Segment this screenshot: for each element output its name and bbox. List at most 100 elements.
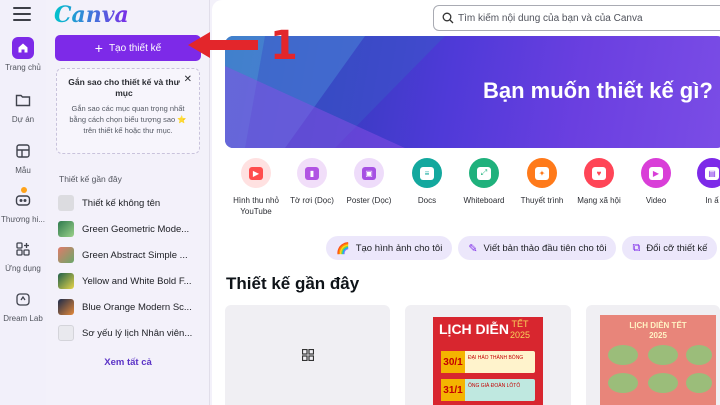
category-poster[interactable]: ▣ Poster (Dọc) — [338, 158, 400, 206]
chip-label: Tạo hình ảnh cho tôi — [355, 242, 443, 254]
chip-write-draft[interactable]: ✎ Viết bản thảo đầu tiên cho tôi — [458, 236, 617, 260]
category-label: Thuyết trình — [520, 196, 564, 205]
row-date: 31/1 — [441, 379, 465, 401]
recent-item-label: Sơ yếu lý lịch Nhân viên... — [82, 327, 193, 339]
design-categories: ▶ Hình thu nhỏ YouTube ▮ Tờ rơi (Dọc) ▣ … — [225, 158, 720, 220]
recent-item-label: Thiết kế không tên — [82, 197, 161, 209]
design-title: LỊCH DIỄN TẾT — [629, 321, 687, 330]
plus-icon: + — [94, 40, 103, 56]
rail-item-templates[interactable]: Mẫu — [0, 140, 46, 175]
recent-item-label: Yellow and White Bold F... — [82, 275, 192, 287]
category-print[interactable]: ▤ In ấ — [681, 158, 720, 206]
resize-icon: ⧉ — [632, 241, 641, 254]
recent-item[interactable]: Sơ yếu lý lịch Nhân viên... — [58, 320, 208, 346]
design-row: 31/1 ÔNG GIÀ ĐOÀN LÔTÔ — [441, 379, 535, 401]
recent-item-label: Green Geometric Mode... — [82, 223, 190, 235]
chip-generate-image[interactable]: 🌈 Tạo hình ảnh cho tôi — [326, 236, 453, 260]
design-preview-tet-2025: LỊCH DIỄN TẾT 2025 — [600, 315, 716, 405]
tip-body: Gắn sao các mục quan trọng nhất bằng các… — [69, 104, 187, 135]
rail-item-apps[interactable]: Ứng dụng — [0, 238, 46, 273]
menu-icon[interactable] — [13, 7, 31, 21]
category-social-media[interactable]: ♥ Mạng xã hội — [568, 158, 630, 206]
apps-icon — [12, 238, 34, 260]
recent-heading: Thiết kế gần đây — [59, 174, 122, 184]
design-thumbnail — [58, 195, 74, 211]
category-presentation[interactable]: ✦ Thuyết trình — [511, 158, 573, 206]
recent-design-card[interactable] — [225, 305, 390, 405]
design-thumbnail — [58, 221, 74, 237]
ai-suggestion-chips: 🌈 Tạo hình ảnh cho tôi ✎ Viết bản thảo đ… — [326, 236, 718, 260]
row-date: 30/1 — [441, 351, 465, 373]
canva-logo[interactable]: Canva — [54, 2, 129, 28]
search-icon — [442, 12, 454, 24]
create-design-label: Tạo thiết kế — [108, 42, 162, 54]
recent-designs-list: Thiết kế không tên Green Geometric Mode.… — [58, 190, 208, 346]
category-youtube-thumbnail[interactable]: ▶ Hình thu nhỏ YouTube — [225, 158, 287, 217]
recent-item-label: Blue Orange Modern Sc... — [82, 301, 192, 313]
row-text: ÔNG GIÀ ĐOÀN LÔTÔ — [468, 383, 521, 389]
rail-item-brand[interactable]: Thương hi... — [0, 187, 46, 224]
category-label: Mạng xã hội — [577, 196, 621, 205]
recent-item[interactable]: Green Geometric Mode... — [58, 216, 208, 242]
rail-label: Trang chủ — [5, 63, 41, 72]
presentation-icon: ✦ — [527, 158, 557, 188]
calendar-cell — [648, 345, 678, 365]
calendar-cell — [648, 373, 678, 393]
template-icon — [12, 140, 34, 162]
calendar-cell — [686, 345, 712, 365]
recent-design-card[interactable]: LỊCH DIỄN TẾT 2025 — [586, 305, 720, 405]
create-design-button[interactable]: + Tạo thiết kế — [55, 35, 201, 61]
recent-item[interactable]: Thiết kế không tên — [58, 190, 208, 216]
calendar-cell — [608, 345, 638, 365]
design-subtitle: TẾT 2025 — [509, 319, 531, 340]
category-whiteboard[interactable]: ⤢ Whiteboard — [453, 158, 515, 206]
left-rail: Trang chủ Dự án Mẫu Thương hi... Ứng dụn… — [0, 0, 46, 405]
dreamlab-icon — [12, 288, 34, 310]
heart-icon: ♥ — [584, 158, 614, 188]
search-input[interactable] — [458, 12, 698, 24]
youtube-icon: ▶ — [241, 158, 271, 188]
annotation-arrow-icon — [188, 32, 258, 58]
rail-label: Thương hi... — [1, 215, 45, 224]
category-docs[interactable]: ≡ Docs — [396, 158, 458, 206]
rail-item-projects[interactable]: Dự án — [0, 89, 46, 124]
recent-item[interactable]: Blue Orange Modern Sc... — [58, 294, 208, 320]
recent-item[interactable]: Green Abstract Simple ... — [58, 242, 208, 268]
design-thumbnail — [58, 299, 74, 315]
rail-label: Ứng dụng — [5, 264, 41, 273]
design-thumbnail — [58, 325, 74, 341]
design-thumbnail — [58, 273, 74, 289]
grid-icon — [301, 349, 314, 361]
design-subtitle: 2025 — [649, 331, 667, 340]
see-all-link[interactable]: Xem tất cả — [46, 357, 210, 368]
category-label: Tờ rơi (Dọc) — [290, 196, 334, 205]
category-video[interactable]: ▶ Video — [625, 158, 687, 206]
category-label: Poster (Dọc) — [346, 196, 392, 205]
chip-label: Viết bản thảo đầu tiên cho tôi — [483, 242, 607, 254]
annotation-step-number: 1 — [270, 23, 298, 69]
search-bar[interactable] — [433, 5, 720, 31]
flyer-icon: ▮ — [297, 158, 327, 188]
rail-item-home[interactable]: Trang chủ — [0, 37, 46, 72]
video-icon: ▶ — [641, 158, 671, 188]
recent-item[interactable]: Yellow and White Bold F... — [58, 268, 208, 294]
calendar-cell — [686, 373, 712, 393]
chip-resize-design[interactable]: ⧉ Đổi cỡ thiết kế — [622, 236, 718, 260]
calendar-cell — [608, 373, 638, 393]
notification-dot — [21, 187, 27, 193]
category-flyer[interactable]: ▮ Tờ rơi (Dọc) — [281, 158, 343, 206]
folder-icon — [12, 89, 34, 111]
close-icon[interactable]: ✕ — [184, 74, 192, 85]
design-row: 30/1 ĐẠI HÁO THÀNH BÓNG — [441, 351, 535, 373]
poster-icon: ▣ — [354, 158, 384, 188]
home-icon — [12, 37, 34, 59]
category-label: Video — [645, 196, 667, 205]
recent-design-card[interactable]: LỊCH DIỄN TẾT 2025 30/1 ĐẠI HÁO THÀNH BÓ… — [405, 305, 571, 405]
hero-banner: Bạn muốn thiết kế gì? — [225, 36, 720, 148]
print-icon: ▤ — [697, 158, 720, 188]
category-label: In ấ — [705, 196, 719, 205]
rail-item-dreamlab[interactable]: Dream Lab — [0, 288, 46, 323]
rail-label: Dự án — [11, 115, 35, 124]
category-label: Docs — [417, 196, 437, 205]
design-thumbnail — [58, 247, 74, 263]
